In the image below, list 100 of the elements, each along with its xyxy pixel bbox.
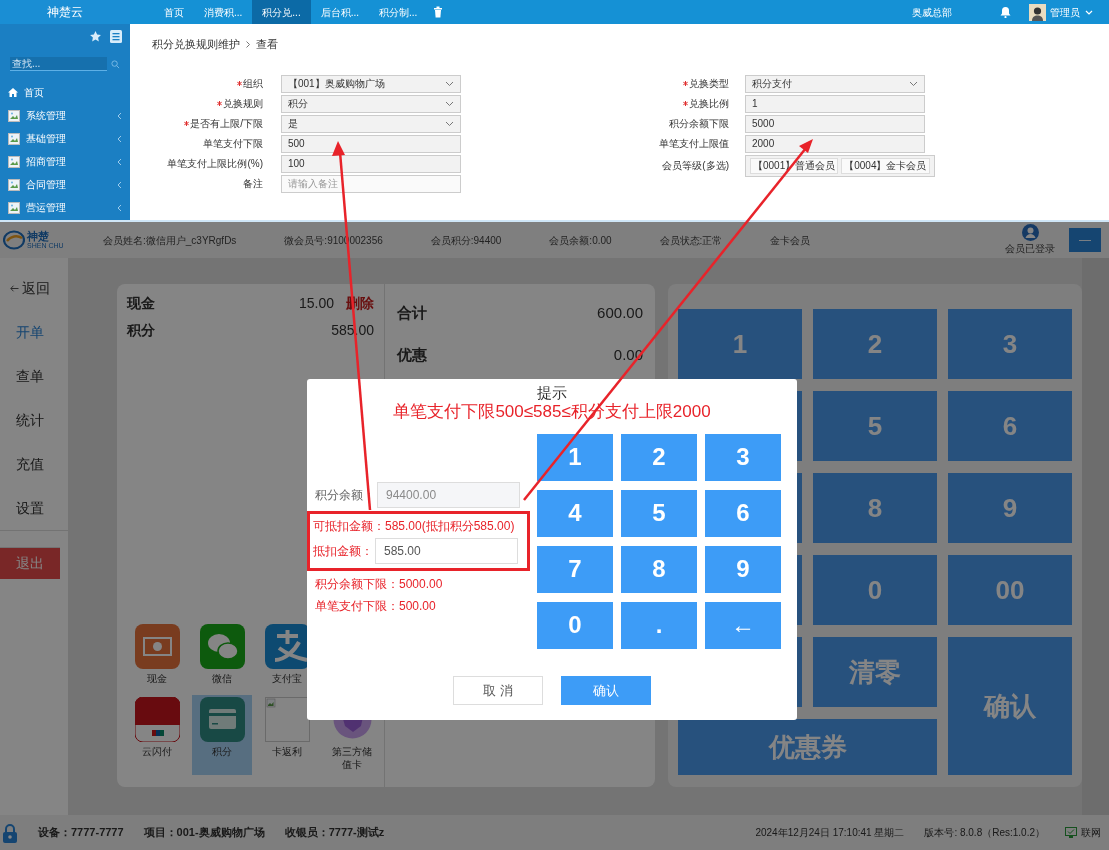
input-field[interactable]: 500 — [281, 134, 461, 153]
input-field[interactable]: 100 — [281, 154, 461, 173]
limit-note: 单笔支付下限：500.00 — [315, 597, 436, 615]
input-field[interactable]: 1 — [745, 94, 925, 113]
keypad-key[interactable]: ← — [705, 601, 781, 649]
menu-button[interactable]: — — [1069, 228, 1101, 252]
chat-bubbles-icon — [199, 624, 245, 669]
breadcrumb-link[interactable]: 积分兑换规则维护 — [152, 36, 240, 53]
keypad-key[interactable]: 6 — [705, 489, 781, 537]
trash-icon — [433, 6, 444, 18]
sidebar-item[interactable]: 招商管理 — [8, 150, 122, 173]
keypad-key[interactable]: 9 — [948, 473, 1072, 543]
version-info: 版本号: 8.0.8（Res:1.0.2） — [924, 826, 1045, 840]
nav-item[interactable]: 设置 — [0, 486, 68, 530]
chevron-left-icon — [117, 157, 122, 166]
field-label: 兑换类型 — [689, 77, 729, 91]
input-field[interactable]: 2000 — [745, 134, 925, 153]
broken-image-icon — [8, 109, 20, 122]
bell-icon — [1000, 6, 1011, 18]
member-info: 金卡会员 — [770, 233, 811, 248]
input-field[interactable]: 请输入备注 — [281, 174, 461, 193]
keypad-key[interactable]: 2 — [621, 433, 697, 481]
nav-tab[interactable]: 积分制... — [369, 0, 428, 24]
field-label: 单笔支付下限 — [203, 137, 263, 151]
available-amount: 可抵扣金额：585.00(抵扣积分585.00) — [313, 517, 515, 535]
keypad-key[interactable]: 8 — [621, 545, 697, 593]
user-name: 管理员 — [1050, 5, 1080, 20]
sidebar-item[interactable]: 系统管理 — [8, 104, 122, 127]
field-label: 会员等级(多选) — [662, 159, 729, 173]
select-field[interactable]: 积分 — [281, 94, 461, 113]
nav-item[interactable]: 返回 — [0, 266, 68, 310]
payment-method[interactable]: 积分 — [192, 695, 252, 775]
caret-icon — [1085, 9, 1093, 15]
keypad-key[interactable]: 清零 — [813, 637, 937, 707]
keypad-key[interactable]: 9 — [705, 545, 781, 593]
keypad-key[interactable]: 0 — [813, 555, 937, 625]
select-field[interactable]: 积分支付 — [745, 74, 925, 93]
sidebar-item[interactable]: 营运管理 — [8, 196, 122, 219]
sidebar-item[interactable]: 首页 — [8, 81, 122, 104]
chevron-down-icon — [909, 80, 918, 87]
sidebar-item[interactable]: 基础管理 — [8, 127, 122, 150]
keypad-key[interactable]: 优惠券 — [678, 719, 937, 775]
field-label: 积分余额： — [315, 486, 376, 504]
chevron-right-icon — [246, 40, 250, 48]
nav-item[interactable]: 开单 — [0, 310, 68, 354]
payment-method[interactable]: 卡返利 — [257, 695, 317, 775]
keypad-key[interactable]: 5 — [813, 391, 937, 461]
avatar-icon — [1029, 3, 1046, 21]
cancel-button[interactable]: 取 消 — [453, 675, 543, 705]
keypad-key[interactable]: 3 — [705, 433, 781, 481]
lock-icon — [2, 822, 18, 843]
nav-tab[interactable]: 积分兑... — [252, 0, 311, 24]
keypad-key[interactable]: 5 — [621, 489, 697, 537]
cashier-info: 收银员：7777-测试z — [284, 825, 385, 841]
keypad-key[interactable]: 8 — [813, 473, 937, 543]
limit-note: 积分余额下限：5000.00 — [315, 575, 443, 593]
total-value: 600.00 — [597, 302, 643, 323]
sidebar-item[interactable]: 合同管理 — [8, 173, 122, 196]
payment-method[interactable]: 云闪付 — [127, 695, 187, 775]
keypad-key[interactable]: 0 — [537, 601, 613, 649]
nav-tab[interactable]: 消费积... — [194, 0, 253, 24]
member-info: 会员余额:0.00 — [549, 233, 612, 248]
keypad-key[interactable]: 00 — [948, 555, 1072, 625]
select-field[interactable]: 【001】奥威购物广场 — [281, 74, 461, 93]
keypad-key[interactable]: 3 — [948, 309, 1072, 379]
confirm-button[interactable]: 确认 — [561, 675, 651, 705]
broken-image-icon — [8, 201, 20, 214]
keypad-key[interactable]: 4 — [537, 489, 613, 537]
keypad-key[interactable]: 1 — [678, 309, 802, 379]
keypad-key[interactable]: 1 — [537, 433, 613, 481]
keypad-key[interactable]: 7 — [537, 545, 613, 593]
brand-name: 神楚云 — [0, 0, 130, 24]
total-label: 合计 — [397, 302, 427, 323]
logout-button[interactable]: 退出 — [0, 547, 60, 579]
keypad-key[interactable]: 6 — [948, 391, 1072, 461]
nav-item[interactable]: 统计 — [0, 398, 68, 442]
keypad-key[interactable]: 2 — [813, 309, 937, 379]
field-label: 抵扣金额： — [313, 542, 374, 560]
search-field[interactable]: 查找... — [10, 57, 107, 71]
amount-field[interactable]: 585.00 — [375, 537, 518, 564]
payment-method[interactable]: 现金 — [127, 622, 187, 689]
keypad-key[interactable]: . — [621, 601, 697, 649]
payment-method[interactable]: 支付宝 — [257, 622, 317, 689]
nav-tab[interactable]: 后台积... — [310, 0, 370, 24]
select-field[interactable]: 是 — [281, 114, 461, 133]
card-stripes-icon — [134, 697, 180, 742]
payment-method[interactable]: 微信 — [192, 622, 252, 689]
nav-tab[interactable]: 首页 — [154, 0, 194, 24]
input-field[interactable]: 5000 — [745, 114, 925, 133]
field-label: 组织 — [243, 77, 263, 91]
nav-item[interactable]: 充值 — [0, 442, 68, 486]
search-icon — [111, 59, 120, 69]
keypad-key[interactable]: 确认 — [948, 637, 1072, 775]
logo-icon — [3, 230, 25, 250]
nav-item[interactable]: 查单 — [0, 354, 68, 398]
member-info: 会员积分:94400 — [430, 233, 502, 248]
tag-chip: 【0004】金卡会员 — [841, 157, 930, 174]
logo-text: 神楚 — [27, 231, 50, 242]
payment-amount: 15.00 — [297, 294, 334, 313]
payment-name: 积分 — [127, 321, 156, 340]
